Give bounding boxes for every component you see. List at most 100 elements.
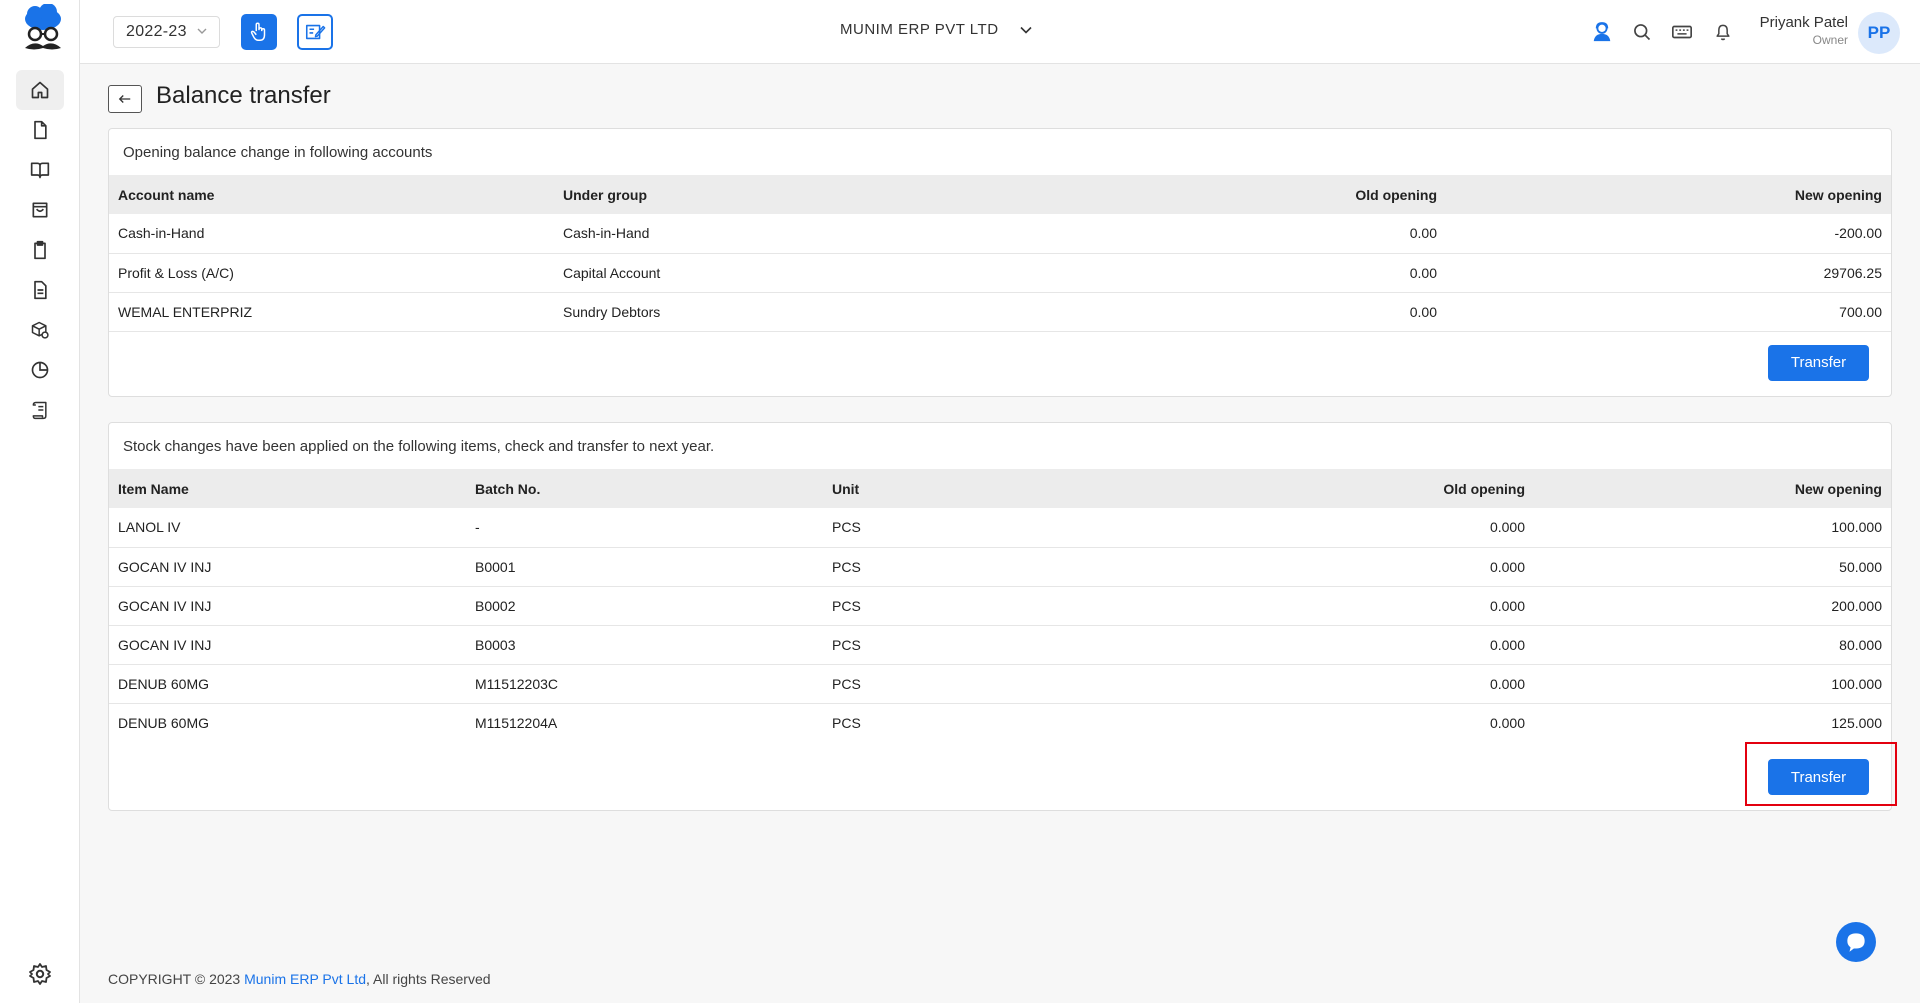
new-opening: 700.00 [1446,292,1891,332]
sidebar-item-ledger[interactable] [16,390,64,430]
sidebar-item-orders[interactable] [16,230,64,270]
keyboard-icon[interactable] [1670,20,1694,44]
highlight-box [1745,742,1897,806]
column-header: New opening [1794,480,1882,497]
back-button[interactable] [108,85,142,113]
hand-pointer-icon [250,22,266,41]
munim-logo[interactable] [20,3,66,58]
card-heading: Opening balance change in following acco… [123,143,433,161]
chat-button[interactable] [1836,922,1876,962]
table-row: Cash-in-Hand Cash-in-Hand 0.00 -200.00 [109,214,1891,254]
arrow-left-icon [118,95,131,103]
unit: PCS [823,508,1180,548]
unit: PCS [823,664,1180,704]
new-opening: 29706.25 [1446,253,1891,293]
sidebar-item-transactions[interactable] [16,110,64,150]
table-row: LANOL IV - PCS 0.000 100.000 [109,508,1891,548]
edit-card-icon [305,24,326,40]
old-opening: 0.000 [1180,664,1534,704]
sidebar-item-books[interactable] [16,150,64,190]
home-icon [31,81,49,99]
ledger-icon [32,401,47,420]
column-header: Under group [563,186,647,203]
old-opening: 0.000 [1180,586,1534,626]
batch-no: B0002 [466,586,823,626]
unit: PCS [832,714,861,731]
old-opening: 0.00 [999,214,1446,254]
bell-icon[interactable] [1711,20,1735,44]
batch-no: - [466,508,823,548]
item-name: GOCAN IV INJ [109,586,466,626]
copyright-footer: COPYRIGHT © 2023 Munim ERP Pvt Ltd, All … [108,971,491,987]
chevron-down-icon [197,28,207,34]
copyright-prefix: COPYRIGHT © 2023 [108,971,245,987]
column-header: Item Name [118,480,189,497]
item-name: GOCAN IV INJ [109,625,466,665]
item-name: GOCAN IV INJ [109,547,466,587]
sidebar-item-reports[interactable] [16,270,64,310]
settings-icon[interactable] [28,962,52,986]
table-row: GOCAN IV INJ B0001 PCS 0.000 50.000 [109,547,1891,587]
sidebar-item-purchase[interactable] [16,190,64,230]
new-opening: 200.000 [1534,586,1891,626]
account-name: Profit & Loss (A/C) [109,253,554,293]
user-role: Owner [1812,33,1848,47]
topbar: 2022-23 MUNIM ERP PVT LTD Priyank Patel … [80,0,1920,64]
under-group: Sundry Debtors [554,292,999,332]
company-name: MUNIM ERP PVT LTD [840,21,999,38]
unit: PCS [823,547,1180,587]
table-row: GOCAN IV INJ B0002 PCS 0.000 200.000 [109,586,1891,626]
company-switcher[interactable]: MUNIM ERP PVT LTD [840,21,1033,38]
old-opening: 0.000 [1180,625,1534,665]
pie-chart-icon [31,361,49,379]
page-title: Balance transfer [156,82,331,109]
column-header: New opening [1794,186,1882,203]
company-link[interactable]: Munim ERP Pvt Ltd [244,971,366,987]
touch-mode-button[interactable] [241,14,277,50]
search-icon[interactable] [1630,20,1654,44]
accounts-table: Account name Under group Old opening New… [109,175,1891,332]
table-row: DENUB 60MG M11512204A PCS 0.000 125.000 [109,703,1891,742]
stock-table: Item Name Batch No. Unit Old opening New… [109,469,1891,742]
sidebar-item-analytics[interactable] [16,350,64,390]
new-opening: 50.000 [1534,547,1891,587]
card-heading: Stock changes have been applied on the f… [123,437,715,455]
sidebar-item-home[interactable] [16,70,64,110]
old-opening: 0.000 [1489,714,1525,731]
chat-bubble-icon [1847,933,1865,952]
table-header-row: Account name Under group Old opening New… [109,175,1891,214]
batch-no: B0003 [466,625,823,665]
card-footer: Transfer [109,742,1891,810]
batch-no: B0001 [466,547,823,587]
box-gear-icon [31,321,49,339]
batch-no: M11512203C [466,664,823,704]
column-header: Batch No. [475,480,541,497]
unit: PCS [823,586,1180,626]
chevron-down-icon [1019,26,1032,34]
unit: PCS [823,625,1180,665]
support-agent-icon[interactable] [1590,20,1614,44]
sidebar-item-inventory[interactable] [16,310,64,350]
quick-entry-button[interactable] [297,14,333,50]
old-opening: 0.00 [999,292,1446,332]
old-opening: 0.000 [1180,547,1534,587]
user-info[interactable]: Priyank Patel Owner [1760,14,1848,47]
column-header: Old opening [1355,186,1437,203]
document-icon [34,280,47,300]
old-opening: 0.000 [1180,508,1534,548]
account-name: WEMAL ENTERPRIZ [109,292,554,332]
item-name: LANOL IV [109,508,466,548]
table-header-row: Item Name Batch No. Unit Old opening New… [109,469,1891,508]
item-name: DENUB 60MG [109,664,466,704]
table-row: GOCAN IV INJ B0003 PCS 0.000 80.000 [109,625,1891,665]
card-footer: Transfer [109,332,1891,396]
bag-icon [32,202,48,218]
file-icon [34,120,47,140]
batch-no: M11512204A [475,714,558,731]
table-row: Profit & Loss (A/C) Capital Account 0.00… [109,253,1891,293]
avatar[interactable]: PP [1858,12,1900,54]
financial-year-select[interactable]: 2022-23 [113,16,220,48]
transfer-accounts-button[interactable]: Transfer [1768,344,1869,381]
column-header: Unit [832,480,860,497]
new-opening: 80.000 [1534,625,1891,665]
